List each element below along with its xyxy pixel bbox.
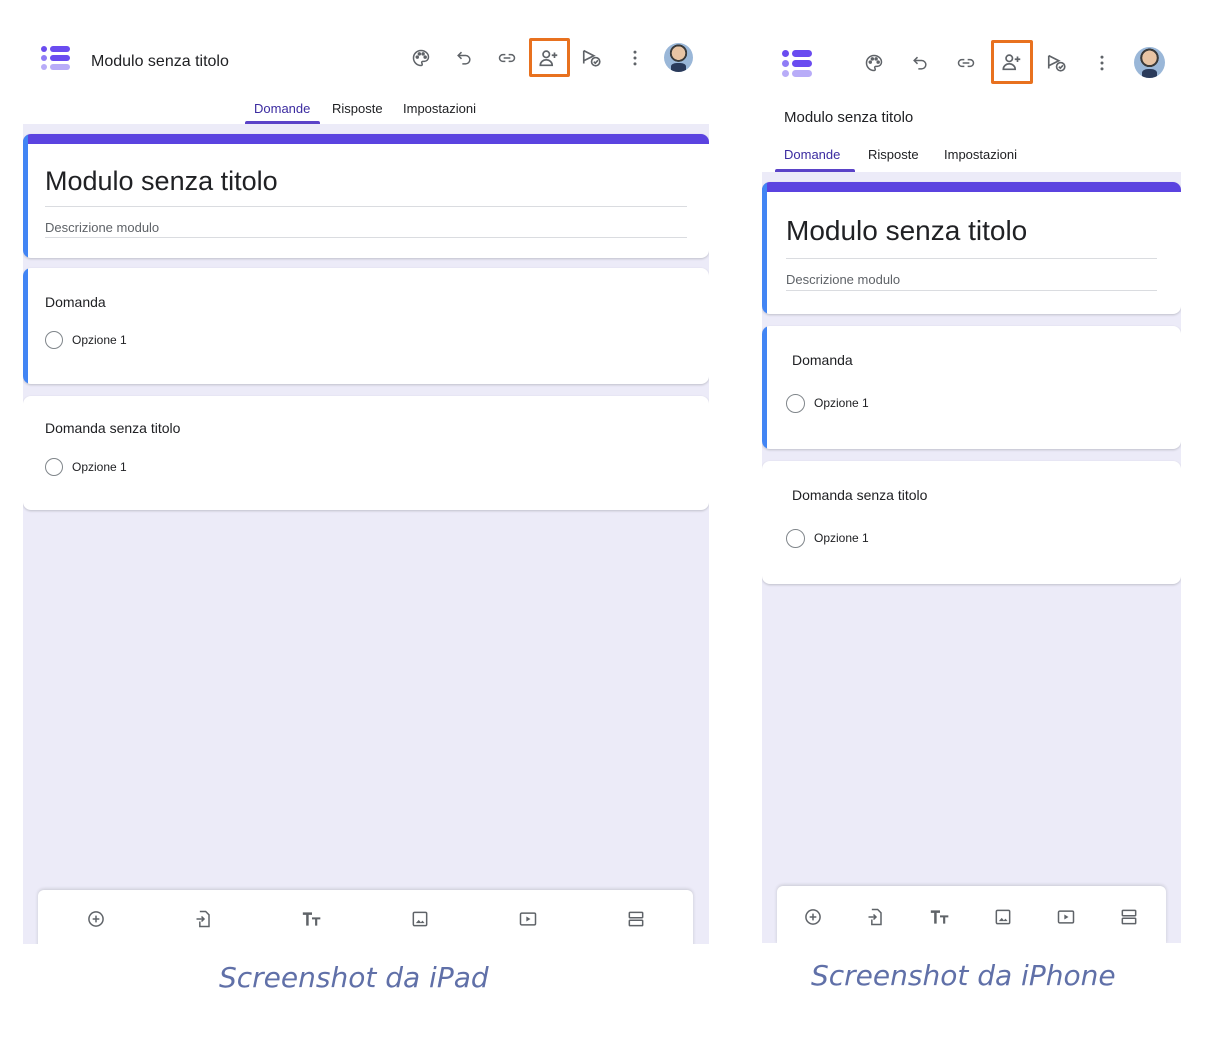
palette-icon[interactable] xyxy=(862,51,886,75)
form-title-underline xyxy=(786,258,1157,259)
add-image-icon[interactable] xyxy=(408,907,432,931)
option-label[interactable]: Opzione 1 xyxy=(814,396,869,410)
add-collaborator-icon[interactable] xyxy=(1000,50,1024,74)
form-color-accent xyxy=(23,134,709,144)
forms-logo-icon[interactable] xyxy=(41,45,71,73)
radio-button[interactable] xyxy=(45,331,63,349)
selected-indicator xyxy=(23,268,28,384)
add-section-icon[interactable] xyxy=(1117,905,1141,929)
question-title[interactable]: Domanda xyxy=(45,294,106,310)
import-questions-icon[interactable] xyxy=(192,907,216,931)
question-card[interactable]: Domanda Opzione 1 xyxy=(23,268,709,384)
question-title[interactable]: Domanda xyxy=(792,352,853,368)
form-header-card[interactable]: Modulo senza titolo Descrizione modulo xyxy=(762,182,1181,314)
form-title-underline xyxy=(45,206,687,207)
palette-icon[interactable] xyxy=(409,46,433,70)
add-question-icon[interactable] xyxy=(84,907,108,931)
undo-icon[interactable] xyxy=(452,46,476,70)
link-icon[interactable] xyxy=(954,51,978,75)
tab-bar: Domande Risposte Impostazioni xyxy=(762,138,1181,172)
bottom-toolbar xyxy=(38,890,693,944)
question-card[interactable]: Domanda senza titolo Opzione 1 xyxy=(23,396,709,510)
preview-icon[interactable] xyxy=(580,46,604,70)
question-title[interactable]: Domanda senza titolo xyxy=(45,420,180,436)
radio-button[interactable] xyxy=(786,394,805,413)
selected-indicator xyxy=(23,134,28,258)
top-app-bar: Modulo senza titolo xyxy=(23,32,709,92)
question-card[interactable]: Domanda senza titolo Opzione 1 xyxy=(762,461,1181,584)
tab-bar: Domande Risposte Impostazioni xyxy=(23,92,709,124)
more-vert-icon[interactable] xyxy=(1090,51,1114,75)
form-header-card[interactable]: Modulo senza titolo Descrizione modulo xyxy=(23,134,709,258)
form-title[interactable]: Modulo senza titolo xyxy=(45,166,278,197)
ipad-screenshot: Modulo senza titolo Domande Risposte Imp… xyxy=(23,32,709,944)
form-description-underline xyxy=(786,290,1157,291)
tab-risposte[interactable]: Risposte xyxy=(868,147,919,162)
form-title[interactable]: Modulo senza titolo xyxy=(786,215,1027,247)
add-question-icon[interactable] xyxy=(801,905,825,929)
undo-icon[interactable] xyxy=(908,51,932,75)
add-title-icon[interactable] xyxy=(300,907,324,931)
iphone-screenshot: Modulo senza titolo Domande Risposte Imp… xyxy=(762,32,1181,943)
tab-impostazioni[interactable]: Impostazioni xyxy=(403,101,476,116)
selected-indicator xyxy=(762,182,767,314)
form-description-underline xyxy=(45,237,687,238)
form-description[interactable]: Descrizione modulo xyxy=(786,272,900,287)
radio-button[interactable] xyxy=(45,458,63,476)
option-label[interactable]: Opzione 1 xyxy=(814,531,869,545)
tab-domande[interactable]: Domande xyxy=(784,147,840,162)
top-app-bar xyxy=(762,32,1181,100)
document-title-bar: Modulo senza titolo xyxy=(762,100,1181,138)
add-collaborator-icon[interactable] xyxy=(537,46,561,70)
add-image-icon[interactable] xyxy=(991,905,1015,929)
tab-risposte[interactable]: Risposte xyxy=(332,101,383,116)
tab-domande[interactable]: Domande xyxy=(254,101,310,116)
tab-impostazioni[interactable]: Impostazioni xyxy=(944,147,1017,162)
selected-indicator xyxy=(762,326,767,449)
option-label[interactable]: Opzione 1 xyxy=(72,333,127,347)
form-description[interactable]: Descrizione modulo xyxy=(45,220,159,235)
add-title-icon[interactable] xyxy=(928,905,952,929)
import-questions-icon[interactable] xyxy=(864,905,888,929)
more-vert-icon[interactable] xyxy=(623,46,647,70)
iphone-caption: Screenshot da iPhone xyxy=(811,959,1116,992)
ipad-caption: Screenshot da iPad xyxy=(219,961,489,994)
add-video-icon[interactable] xyxy=(1054,905,1078,929)
document-title[interactable]: Modulo senza titolo xyxy=(91,53,229,71)
form-canvas: Modulo senza titolo Descrizione modulo D… xyxy=(23,124,709,944)
avatar[interactable] xyxy=(664,43,693,72)
question-card[interactable]: Domanda Opzione 1 xyxy=(762,326,1181,449)
form-color-accent xyxy=(762,182,1181,192)
document-title[interactable]: Modulo senza titolo xyxy=(784,109,913,126)
bottom-toolbar xyxy=(777,886,1166,943)
preview-icon[interactable] xyxy=(1045,51,1069,75)
option-label[interactable]: Opzione 1 xyxy=(72,460,127,474)
avatar[interactable] xyxy=(1134,47,1165,78)
form-canvas: Modulo senza titolo Descrizione modulo D… xyxy=(762,172,1181,943)
question-title[interactable]: Domanda senza titolo xyxy=(792,487,927,503)
link-icon[interactable] xyxy=(495,46,519,70)
forms-logo-icon[interactable] xyxy=(782,49,814,77)
add-section-icon[interactable] xyxy=(624,907,648,931)
radio-button[interactable] xyxy=(786,529,805,548)
add-video-icon[interactable] xyxy=(516,907,540,931)
